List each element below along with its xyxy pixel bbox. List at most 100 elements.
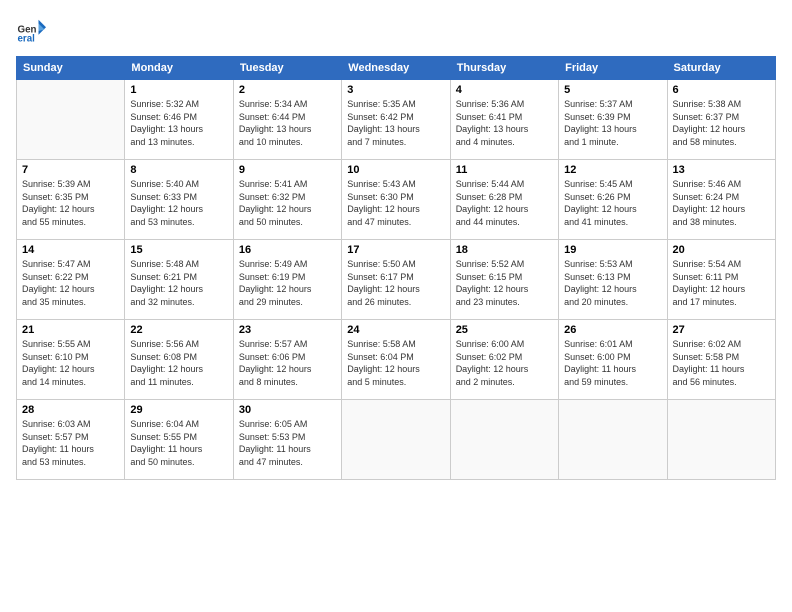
calendar-cell: 21Sunrise: 5:55 AMSunset: 6:10 PMDayligh… [17,320,125,400]
calendar-cell: 27 Sunrise: 6:02 AMSunset: 5:58 PMDayligh… [667,320,775,400]
calendar-cell: 11 Sunrise: 5:44 AMSunset: 6:28 PMDayligh… [450,160,558,240]
calendar-cell: 10 Sunrise: 5:43 AMSunset: 6:30 PMDayligh… [342,160,450,240]
calendar-cell: 7 Sunrise: 5:39 AMSunset: 6:35 PMDaylight… [17,160,125,240]
day-info: Sunrise: 5:36 AMSunset: 6:41 PMDaylight:… [456,98,553,148]
day-info: Sunrise: 5:48 AMSunset: 6:21 PMDaylight:… [130,258,227,308]
day-info: Sunrise: 5:56 AMSunset: 6:08 PMDaylight:… [130,338,227,388]
calendar-cell: 20 Sunrise: 5:54 AMSunset: 6:11 PMDayligh… [667,240,775,320]
column-header-monday: Monday [125,57,233,80]
day-info: Sunrise: 5:34 AMSunset: 6:44 PMDaylight:… [239,98,336,148]
day-info: Sunrise: 5:41 AMSunset: 6:32 PMDaylight:… [239,178,336,228]
day-info: Sunrise: 5:58 AMSunset: 6:04 PMDaylight:… [347,338,444,388]
calendar-cell [559,400,667,480]
day-number: 14 [22,244,119,256]
day-info: Sunrise: 5:57 AMSunset: 6:06 PMDaylight:… [239,338,336,388]
week-row-4: 21Sunrise: 5:55 AMSunset: 6:10 PMDayligh… [17,320,776,400]
day-info: Sunrise: 5:43 AMSunset: 6:30 PMDaylight:… [347,178,444,228]
day-number: 8 [130,164,227,176]
day-info: Sunrise: 5:38 AMSunset: 6:37 PMDaylight:… [673,98,770,148]
day-number: 18 [456,244,553,256]
calendar-cell [667,400,775,480]
day-number: 24 [347,324,444,336]
day-number: 23 [239,324,336,336]
header: Gen eral [16,16,776,46]
day-number: 30 [239,404,336,416]
day-number: 25 [456,324,553,336]
calendar-cell: 13 Sunrise: 5:46 AMSunset: 6:24 PMDayligh… [667,160,775,240]
day-info: Sunrise: 6:00 AMSunset: 6:02 PMDaylight:… [456,338,553,388]
day-number: 13 [673,164,770,176]
day-number: 9 [239,164,336,176]
day-number: 19 [564,244,661,256]
logo: Gen eral [16,16,50,46]
day-info: Sunrise: 6:01 AMSunset: 6:00 PMDaylight:… [564,338,661,388]
calendar-cell: 25 Sunrise: 6:00 AMSunset: 6:02 PMDayligh… [450,320,558,400]
day-number: 11 [456,164,553,176]
logo-icon: Gen eral [16,16,46,46]
column-header-friday: Friday [559,57,667,80]
day-number: 20 [673,244,770,256]
day-number: 4 [456,84,553,96]
week-row-2: 7 Sunrise: 5:39 AMSunset: 6:35 PMDaylight… [17,160,776,240]
calendar-cell: 1 Sunrise: 5:32 AMSunset: 6:46 PMDaylight… [125,80,233,160]
day-number: 15 [130,244,227,256]
calendar-cell: 16 Sunrise: 5:49 AMSunset: 6:19 PMDayligh… [233,240,341,320]
day-number: 7 [22,164,119,176]
day-number: 12 [564,164,661,176]
day-info: Sunrise: 5:44 AMSunset: 6:28 PMDaylight:… [456,178,553,228]
day-info: Sunrise: 5:37 AMSunset: 6:39 PMDaylight:… [564,98,661,148]
calendar-cell: 14Sunrise: 5:47 AMSunset: 6:22 PMDayligh… [17,240,125,320]
calendar-cell: 18 Sunrise: 5:52 AMSunset: 6:15 PMDayligh… [450,240,558,320]
column-header-tuesday: Tuesday [233,57,341,80]
day-number: 27 [673,324,770,336]
calendar-cell: 4 Sunrise: 5:36 AMSunset: 6:41 PMDaylight… [450,80,558,160]
day-info: Sunrise: 5:35 AMSunset: 6:42 PMDaylight:… [347,98,444,148]
day-number: 6 [673,84,770,96]
calendar-cell: 22 Sunrise: 5:56 AMSunset: 6:08 PMDayligh… [125,320,233,400]
day-number: 28 [22,404,119,416]
calendar-cell: 23 Sunrise: 5:57 AMSunset: 6:06 PMDayligh… [233,320,341,400]
calendar-cell: 8 Sunrise: 5:40 AMSunset: 6:33 PMDaylight… [125,160,233,240]
header-row: SundayMondayTuesdayWednesdayThursdayFrid… [17,57,776,80]
calendar-cell: 12 Sunrise: 5:45 AMSunset: 6:26 PMDayligh… [559,160,667,240]
calendar-cell: 30Sunrise: 6:05 AMSunset: 5:53 PMDayligh… [233,400,341,480]
calendar-cell: 28Sunrise: 6:03 AMSunset: 5:57 PMDayligh… [17,400,125,480]
day-number: 5 [564,84,661,96]
column-header-saturday: Saturday [667,57,775,80]
calendar-cell: 3 Sunrise: 5:35 AMSunset: 6:42 PMDaylight… [342,80,450,160]
calendar-cell: 9 Sunrise: 5:41 AMSunset: 6:32 PMDaylight… [233,160,341,240]
day-info: Sunrise: 6:02 AMSunset: 5:58 PMDaylight:… [673,338,770,388]
calendar-cell: 26Sunrise: 6:01 AMSunset: 6:00 PMDayligh… [559,320,667,400]
calendar-cell [450,400,558,480]
day-info: Sunrise: 5:45 AMSunset: 6:26 PMDaylight:… [564,178,661,228]
day-number: 3 [347,84,444,96]
day-info: Sunrise: 5:49 AMSunset: 6:19 PMDaylight:… [239,258,336,308]
week-row-3: 14Sunrise: 5:47 AMSunset: 6:22 PMDayligh… [17,240,776,320]
day-info: Sunrise: 5:40 AMSunset: 6:33 PMDaylight:… [130,178,227,228]
day-number: 17 [347,244,444,256]
day-info: Sunrise: 5:50 AMSunset: 6:17 PMDaylight:… [347,258,444,308]
calendar-cell [17,80,125,160]
day-number: 1 [130,84,227,96]
day-number: 16 [239,244,336,256]
calendar-cell: 19 Sunrise: 5:53 AMSunset: 6:13 PMDayligh… [559,240,667,320]
day-info: Sunrise: 5:32 AMSunset: 6:46 PMDaylight:… [130,98,227,148]
calendar-cell: 24 Sunrise: 5:58 AMSunset: 6:04 PMDayligh… [342,320,450,400]
column-header-thursday: Thursday [450,57,558,80]
day-info: Sunrise: 5:46 AMSunset: 6:24 PMDaylight:… [673,178,770,228]
day-info: Sunrise: 5:39 AMSunset: 6:35 PMDaylight:… [22,178,119,228]
day-number: 2 [239,84,336,96]
column-header-wednesday: Wednesday [342,57,450,80]
week-row-1: 1 Sunrise: 5:32 AMSunset: 6:46 PMDaylight… [17,80,776,160]
day-info: Sunrise: 5:52 AMSunset: 6:15 PMDaylight:… [456,258,553,308]
day-info: Sunrise: 6:04 AMSunset: 5:55 PMDaylight:… [130,418,227,468]
day-number: 21 [22,324,119,336]
calendar-cell: 15 Sunrise: 5:48 AMSunset: 6:21 PMDayligh… [125,240,233,320]
calendar-table: SundayMondayTuesdayWednesdayThursdayFrid… [16,56,776,480]
day-number: 22 [130,324,227,336]
day-number: 10 [347,164,444,176]
day-info: Sunrise: 5:53 AMSunset: 6:13 PMDaylight:… [564,258,661,308]
calendar-cell: 2 Sunrise: 5:34 AMSunset: 6:44 PMDaylight… [233,80,341,160]
day-info: Sunrise: 5:54 AMSunset: 6:11 PMDaylight:… [673,258,770,308]
calendar-cell: 6 Sunrise: 5:38 AMSunset: 6:37 PMDaylight… [667,80,775,160]
